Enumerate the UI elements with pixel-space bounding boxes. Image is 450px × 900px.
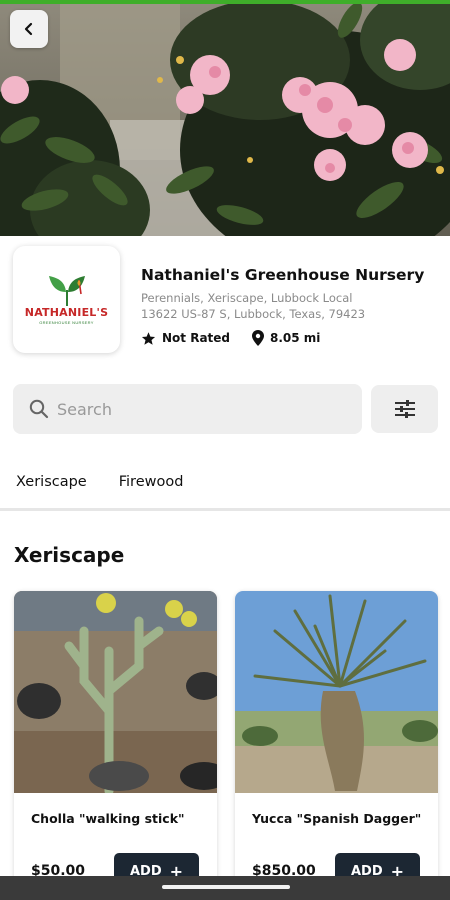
search-bar[interactable] — [13, 384, 362, 434]
store-meta: Not Rated 8.05 mi — [141, 330, 441, 346]
chevron-left-icon — [24, 22, 33, 36]
store-address: 13622 US-87 S, Lubbock, Texas, 79423 — [141, 307, 366, 321]
top-accent-bar — [0, 0, 450, 4]
logo-wordmark: NATHANIEL'S — [24, 306, 109, 319]
home-gesture-handle[interactable] — [162, 885, 290, 889]
system-navigation-bar — [0, 876, 450, 900]
tab-xeriscape[interactable]: Xeriscape — [16, 466, 87, 510]
product-image — [235, 591, 438, 793]
distance-label: 8.05 mi — [270, 331, 321, 345]
sliders-icon — [394, 400, 415, 418]
rating-label: Not Rated — [162, 331, 231, 345]
store-hero-image — [0, 0, 450, 254]
product-card[interactable]: Cholla "walking stick" $50.00 ADD + — [14, 591, 217, 891]
category-tabs: Xeriscape Firewood — [0, 466, 450, 510]
tabs-divider — [0, 508, 450, 511]
product-name: Yucca "Spanish Dagger" — [252, 811, 422, 826]
product-name: Cholla "walking stick" — [31, 811, 185, 826]
store-info: Nathaniel's Greenhouse Nursery Perennial… — [141, 266, 441, 346]
store-categories: Perennials, Xeriscape, Lubbock Local — [141, 291, 353, 305]
product-card[interactable]: Yucca "Spanish Dagger" $850.00 ADD + — [235, 591, 438, 891]
store-name: Nathaniel's Greenhouse Nursery — [141, 266, 425, 284]
location-pin-icon — [252, 330, 265, 346]
product-image — [14, 591, 217, 793]
tab-firewood[interactable]: Firewood — [119, 466, 184, 510]
back-button[interactable] — [10, 10, 48, 48]
distance-info: 8.05 mi — [252, 330, 320, 346]
sprout-logo-icon — [48, 276, 85, 306]
search-input[interactable] — [57, 399, 337, 419]
filter-button[interactable] — [371, 385, 438, 433]
star-icon — [141, 331, 156, 345]
search-icon — [29, 399, 49, 419]
store-logo: NATHANIEL'S GREENHOUSE NURSERY — [13, 246, 120, 353]
rating-info: Not Rated — [141, 331, 230, 346]
section-title: Xeriscape — [14, 543, 125, 567]
logo-subtext: GREENHOUSE NURSERY — [39, 320, 94, 325]
